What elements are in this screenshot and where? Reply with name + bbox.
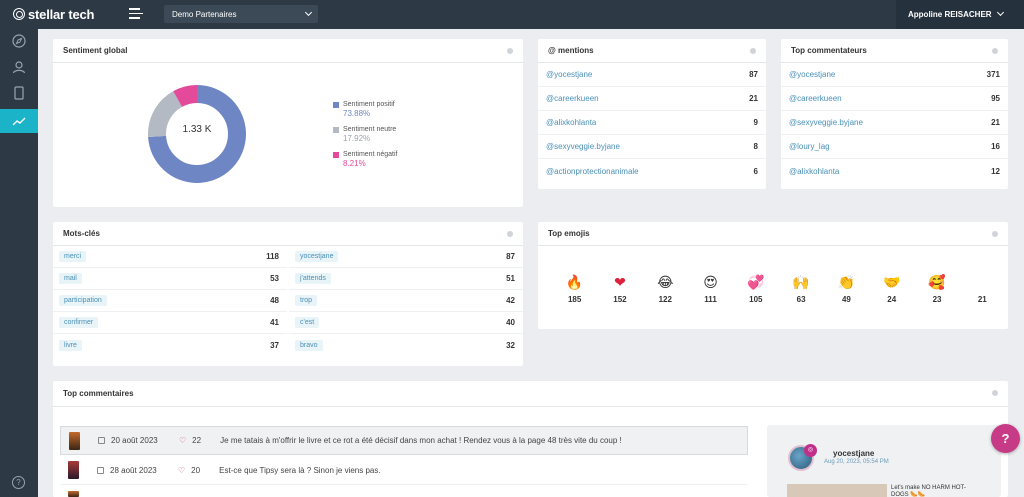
calendar-icon [97, 466, 104, 474]
commentators-card: Top commentateurs @yocestjane 371 @career… [781, 39, 1008, 189]
list-item[interactable]: @sexyveggie.byjane 21 [781, 111, 1008, 135]
emoji-item: 😂 122 [657, 275, 674, 304]
keywords-card: Mots-clés merci 118 mail 53 participation 4… [53, 222, 523, 366]
info-dot-icon[interactable] [992, 390, 998, 396]
keyword-item[interactable]: c'est 40 [289, 312, 523, 334]
menu-toggle-icon[interactable] [129, 8, 143, 20]
help-button[interactable]: ? [991, 424, 1020, 453]
top-bar: stellar tech Demo Partenaires Appoline R… [0, 0, 1024, 29]
keyword-item[interactable]: trop 42 [289, 290, 523, 312]
sentiment-card: Sentiment global 1.33 K Sentiment positi… [53, 39, 523, 207]
preview-author: yocestjane [833, 449, 875, 458]
card-title: @ mentions [538, 39, 766, 63]
list-item[interactable]: @loury_lag 16 [781, 135, 1008, 159]
emojis-card: Top emojis 🔥 185 ❤ 152 😂 122 😍 111 💞 105 🙌 63 … [538, 222, 1008, 329]
sidebar-item-users[interactable] [0, 55, 38, 79]
keyword-item[interactable]: merci 118 [53, 246, 287, 268]
keyword-item[interactable]: j'attends 51 [289, 268, 523, 290]
info-dot-icon[interactable] [507, 48, 513, 54]
emoji-item: 21 [977, 295, 987, 304]
keyword-item[interactable]: bravo 32 [289, 334, 523, 356]
keyword-item[interactable]: mail 53 [53, 268, 287, 290]
card-title: Top commentaires [53, 381, 1008, 407]
emoji-item: 🙌 63 [792, 275, 810, 304]
sidebar: ? [0, 29, 38, 497]
info-dot-icon[interactable] [992, 231, 998, 237]
sidebar-item-explore[interactable] [0, 29, 38, 53]
keyword-item[interactable]: livre 37 [53, 334, 287, 356]
trend-icon [12, 117, 26, 126]
comment-row[interactable]: 20 août 2023 ♡ 22 Je me tatais à m'offri… [60, 426, 748, 455]
keyword-item[interactable]: participation 48 [53, 290, 287, 312]
brand-name: stellar tech [28, 6, 95, 22]
card-title: Top emojis [538, 222, 1008, 246]
mentions-card: @ mentions @yocestjane 87 @careerkueen 21 … [538, 39, 766, 189]
user-name: Appoline REISACHER [908, 10, 992, 19]
brand-logo[interactable]: stellar tech [13, 6, 94, 22]
instagram-icon: ◎ [804, 444, 817, 457]
post-thumbnail [69, 431, 80, 450]
legend-item-positive: Sentiment positif 73.88% [333, 101, 397, 118]
compass-icon [12, 34, 26, 48]
help-icon[interactable]: ? [12, 476, 25, 489]
post-preview: ◎ yocestjane Aug 20, 2023, 05:54 PM Let'… [767, 425, 1001, 497]
project-select-value: Demo Partenaires [172, 9, 237, 19]
info-dot-icon[interactable] [992, 48, 998, 54]
legend-item-negative: Sentiment négatif 8.21% [333, 151, 397, 168]
list-item[interactable]: @alixkohlanta 9 [538, 111, 766, 135]
card-title: Mots-clés [53, 222, 523, 246]
list-item[interactable]: @actionprotectionanimale 6 [538, 159, 766, 183]
list-item[interactable]: @yocestjane 371 [781, 63, 1008, 87]
post-thumbnail [68, 461, 79, 479]
emoji-item: 🔥 185 [565, 275, 584, 304]
heart-icon: ♡ [178, 465, 186, 475]
list-item[interactable]: @careerkueen 21 [538, 87, 766, 111]
emoji-item: 🥰 23 [928, 275, 946, 304]
card-title: Sentiment global [53, 39, 523, 63]
list-item[interactable]: @alixkohlanta 12 [781, 159, 1008, 183]
tablet-icon [14, 86, 24, 100]
comment-row[interactable]: 28 août 2023 ♡ 20 Est-ce que Tipsy sera … [60, 456, 748, 485]
chevron-down-icon [996, 8, 1005, 17]
emoji-item: 😍 111 [703, 275, 718, 304]
sentiment-legend: Sentiment positif 73.88% Sentiment neutr… [333, 101, 397, 176]
calendar-icon [98, 437, 105, 444]
logo-icon [13, 8, 25, 20]
post-thumbnail [68, 491, 79, 497]
info-dot-icon[interactable] [750, 48, 756, 54]
user-menu[interactable]: Appoline REISACHER [896, 0, 1024, 29]
emoji-item: 👏 49 [837, 275, 856, 304]
sidebar-item-posts[interactable] [0, 81, 38, 105]
emoji-item: 🤝 24 [883, 275, 901, 304]
sentiment-total: 1.33 K [182, 124, 212, 135]
list-item[interactable]: @sexyveggie.byjane 8 [538, 135, 766, 159]
chevron-down-icon [304, 8, 313, 17]
preview-image [787, 484, 887, 497]
legend-item-neutral: Sentiment neutre 17.92% [333, 126, 397, 143]
emoji-item: 💞 105 [747, 275, 765, 304]
user-icon [12, 61, 26, 74]
project-select[interactable]: Demo Partenaires [164, 5, 318, 23]
list-item[interactable]: @yocestjane 87 [538, 63, 766, 87]
preview-time: Aug 20, 2023, 05:54 PM [824, 459, 889, 465]
keyword-item[interactable]: yocestjane 87 [289, 246, 523, 268]
info-dot-icon[interactable] [507, 231, 513, 237]
preview-text: Let's make NO HARM HOT-DOGS 🌭🌭 [891, 485, 966, 497]
sidebar-item-analytics[interactable] [0, 109, 38, 133]
heart-icon: ♡ [179, 436, 187, 445]
keyword-item[interactable]: confirmer 41 [53, 312, 287, 334]
emoji-item: ❤ 152 [613, 275, 627, 304]
list-item[interactable]: @careerkueen 95 [781, 87, 1008, 111]
card-title: Top commentateurs [781, 39, 1008, 63]
